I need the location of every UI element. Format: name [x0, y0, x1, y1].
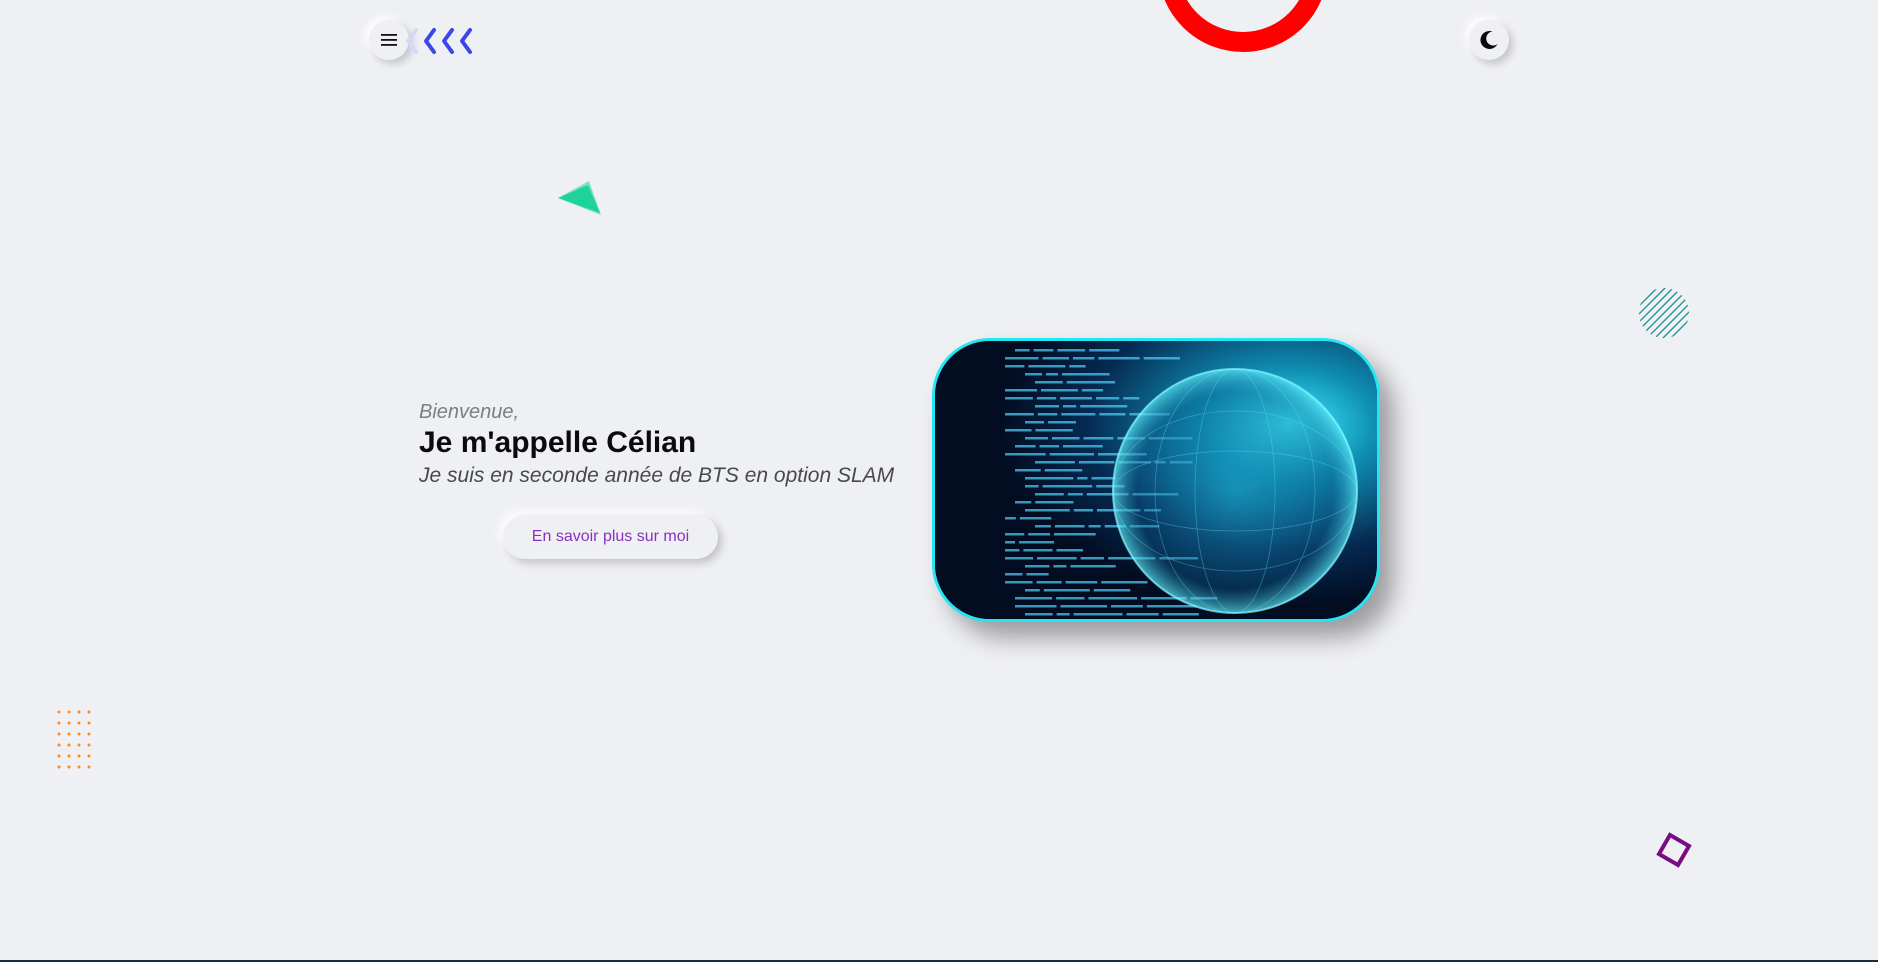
hero-text: Bienvenue, Je m'appelle Célian Je suis e…: [419, 398, 939, 490]
red-ring-decoration: [1158, 0, 1328, 52]
about-me-button[interactable]: En savoir plus sur moi: [503, 515, 718, 559]
striped-circle-decoration: [1639, 288, 1689, 338]
dots-grid-decoration: [57, 710, 91, 769]
theme-toggle-button[interactable]: [1469, 20, 1509, 60]
menu-button[interactable]: [369, 20, 409, 60]
moon-icon: [1480, 30, 1498, 49]
greeting-text: Bienvenue,: [419, 401, 520, 423]
code-globe-image: [935, 341, 1377, 619]
triangle-decoration: [558, 181, 601, 215]
hero-image: [932, 338, 1380, 622]
hamburger-icon: [381, 34, 397, 46]
subtitle-text: Je suis en seconde année de BTS en optio…: [419, 464, 895, 487]
chevrons-left-icon[interactable]: [404, 26, 484, 56]
diamond-decoration: [1656, 832, 1692, 868]
page-title: Je m'appelle Célian: [419, 426, 697, 459]
